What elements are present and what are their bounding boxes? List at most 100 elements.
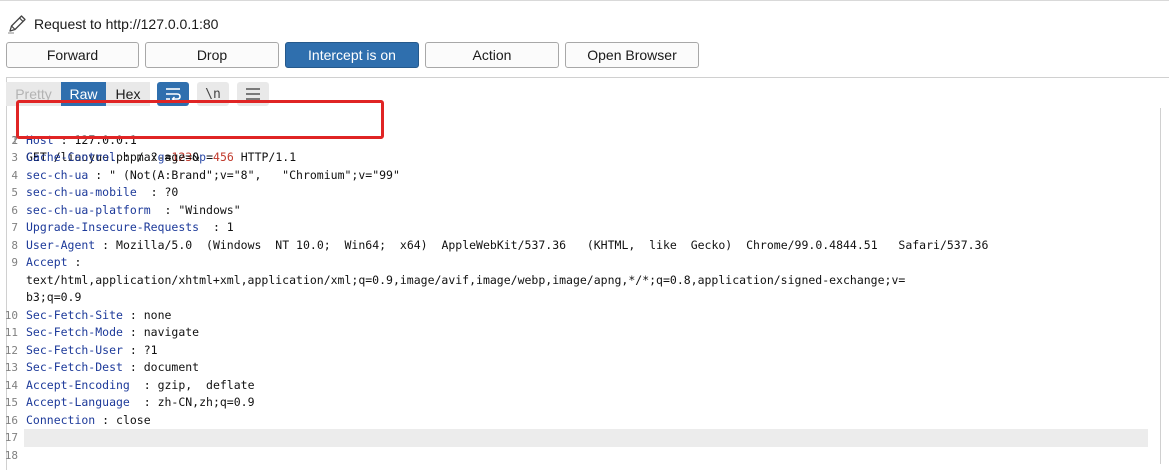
header-line: 14 Accept-Encoding : gzip, deflate — [0, 377, 1160, 395]
header-separator: : — [53, 132, 75, 147]
header-line: 5 sec-ch-ua-mobile : ?0 — [0, 184, 1160, 202]
header-value: "Windows" — [178, 202, 241, 217]
header-separator: : — [129, 377, 158, 392]
line-number: 3 — [11, 151, 18, 164]
word-wrap-icon — [166, 88, 181, 101]
current-line-highlight — [24, 429, 1148, 447]
empty-line: 18 — [0, 447, 1160, 465]
pencil-icon — [8, 15, 26, 34]
header-separator: : — [122, 325, 144, 339]
tab-raw[interactable]: Raw — [61, 82, 106, 106]
header-line: 6 sec-ch-ua-platform : "Windows" — [0, 202, 1160, 220]
header-value: b3;q=0.9 — [26, 290, 82, 304]
header-line: 13 Sec-Fetch-Dest : document — [0, 359, 1160, 377]
header-line: 2 Host : 127.0.0.1 — [0, 132, 1160, 150]
tab-pretty[interactable]: Pretty — [6, 82, 61, 106]
header-value: text/html,application/xhtml+xml,applicat… — [26, 272, 906, 287]
header-name: sec-ch-ua-platform — [26, 202, 151, 217]
tab-hex[interactable]: Hex — [106, 82, 150, 106]
action-button[interactable]: Action — [425, 42, 559, 68]
editor-menu-button[interactable] — [237, 82, 269, 106]
line-number: 7 — [11, 221, 18, 234]
line-number: 8 — [11, 238, 18, 252]
header-line: 4 sec-ch-ua : " (Not(A:Brand";v="8", "Chr… — [0, 167, 1160, 185]
header-continuation-line: b3;q=0.9 — [0, 289, 1160, 307]
header-value: max-age=0 — [136, 150, 200, 164]
line-number: 17 — [4, 431, 18, 444]
line-number: 13 — [4, 361, 18, 374]
header-name: Accept-Encoding — [26, 377, 130, 392]
header-name: Accept — [26, 255, 68, 269]
line-number: 6 — [11, 203, 18, 217]
hamburger-menu-icon — [246, 88, 260, 100]
header-name: Sec-Fetch-User — [26, 342, 123, 357]
header-separator: : — [150, 202, 179, 217]
header-name: Connection — [26, 412, 96, 427]
header-separator: : — [116, 150, 137, 164]
editor-scroll-divider — [1160, 108, 1161, 464]
header-value: close — [116, 412, 151, 427]
header-name: Host — [26, 132, 54, 147]
drop-button[interactable]: Drop — [145, 42, 279, 68]
header-value: gzip, deflate — [157, 377, 255, 392]
request-raw-editor[interactable]: 1 GET /liaoyue.php/ ?g=123&p=456 HTTP/1.… — [0, 114, 1160, 464]
show-newlines-button[interactable]: \n — [197, 82, 229, 106]
header-name: sec-ch-ua — [26, 167, 89, 182]
open-browser-button[interactable]: Open Browser — [565, 42, 699, 68]
header-line: 8 User-Agent : Mozilla/5.0 (Windows NT 10… — [0, 237, 1160, 255]
header-continuation-line: text/html,application/xhtml+xml,applicat… — [0, 272, 1160, 290]
header-separator: : — [122, 307, 144, 322]
header-separator: : — [95, 412, 117, 427]
header-value: ?1 — [143, 342, 158, 357]
header-name: Sec-Fetch-Mode — [26, 325, 123, 339]
editor-toolbar: Pretty Raw Hex \n — [6, 82, 1169, 106]
header-value: " (Not(A:Brand";v="8", "Chromium";v="99" — [109, 167, 400, 182]
line-number: 14 — [4, 378, 18, 392]
line-number: 16 — [4, 413, 18, 427]
top-border — [0, 0, 1169, 1]
header-separator: : — [129, 395, 158, 409]
header-line: 10 Sec-Fetch-Site : none — [0, 307, 1160, 325]
header-value: 127.0.0.1 — [74, 132, 137, 147]
header-separator: : — [122, 360, 144, 374]
intercept-toggle-button[interactable]: Intercept is on — [285, 42, 419, 68]
line-number: 12 — [4, 343, 18, 357]
header-line: 12 Sec-Fetch-User : ?1 — [0, 342, 1160, 360]
header-name: Upgrade-Insecure-Requests — [26, 220, 200, 234]
header-value: 1 — [226, 220, 234, 234]
header-value: ?0 — [164, 185, 179, 199]
header-separator: : — [199, 220, 227, 234]
word-wrap-button[interactable] — [157, 82, 189, 106]
header-value: Mozilla/5.0 (Windows NT 10.0; Win64; x64… — [116, 237, 989, 252]
header-name: sec-ch-ua-mobile — [26, 185, 137, 199]
line-number: 5 — [11, 186, 18, 199]
header-line: 3 Cache-Control : max-age=0 — [0, 149, 1160, 167]
line-number: 15 — [4, 396, 18, 409]
header-value: none — [143, 307, 172, 322]
header-line: 7 Upgrade-Insecure-Requests : 1 — [0, 219, 1160, 237]
request-line: 1 GET /liaoyue.php/ ?g=123&p=456 HTTP/1.… — [0, 114, 1160, 165]
line-number: 10 — [4, 308, 18, 322]
line-number: 9 — [11, 256, 18, 269]
window-title: Request to http://127.0.0.1:80 — [34, 16, 219, 32]
line-number: 2 — [11, 133, 18, 147]
header-separator: : — [122, 342, 144, 357]
header-value: zh-CN,zh;q=0.9 — [157, 395, 255, 409]
header-line: 16 Connection : close — [0, 412, 1160, 430]
empty-line-current: 17 — [0, 429, 1160, 447]
header-name: Sec-Fetch-Site — [26, 307, 123, 322]
line-number: 18 — [4, 448, 18, 462]
header-separator: : — [67, 255, 82, 269]
line-number: 11 — [4, 326, 18, 339]
header-line: 15 Accept-Language : zh-CN,zh;q=0.9 — [0, 394, 1160, 412]
header-name: User-Agent — [26, 237, 96, 252]
header-separator: : — [88, 167, 110, 182]
header-name: Accept-Language — [26, 395, 130, 409]
header-line: 11 Sec-Fetch-Mode : navigate — [0, 324, 1160, 342]
header-value: navigate — [143, 325, 200, 339]
forward-button[interactable]: Forward — [6, 42, 139, 68]
header-name: Cache-Control — [26, 150, 117, 164]
title-bar: Request to http://127.0.0.1:80 — [6, 12, 218, 36]
header-value: document — [143, 360, 200, 374]
header-separator: : — [95, 237, 117, 252]
